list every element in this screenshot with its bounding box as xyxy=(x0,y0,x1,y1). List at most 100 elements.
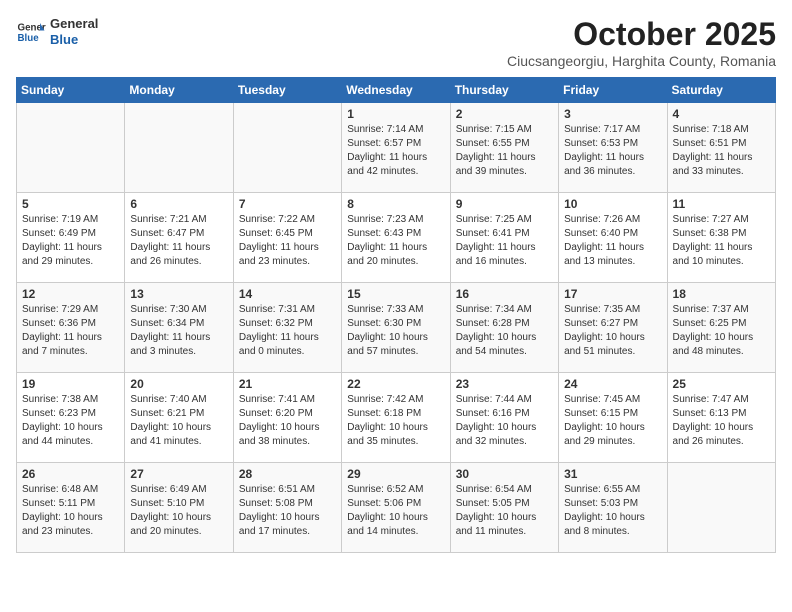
day-info: Sunrise: 7:42 AM Sunset: 6:18 PM Dayligh… xyxy=(347,393,444,449)
day-info: Sunrise: 7:15 AM Sunset: 6:55 PM Dayligh… xyxy=(456,123,553,179)
svg-text:Blue: Blue xyxy=(18,33,40,44)
calendar-cell: 31Sunrise: 6:55 AM Sunset: 5:03 PM Dayli… xyxy=(559,463,667,553)
calendar-cell: 27Sunrise: 6:49 AM Sunset: 5:10 PM Dayli… xyxy=(125,463,233,553)
day-number: 22 xyxy=(347,377,444,391)
page-header: General Blue General Blue October 2025 C… xyxy=(16,16,776,69)
day-number: 5 xyxy=(22,197,119,211)
calendar-cell: 14Sunrise: 7:31 AM Sunset: 6:32 PM Dayli… xyxy=(233,283,341,373)
calendar-cell xyxy=(125,103,233,193)
calendar-cell: 13Sunrise: 7:30 AM Sunset: 6:34 PM Dayli… xyxy=(125,283,233,373)
day-info: Sunrise: 7:40 AM Sunset: 6:21 PM Dayligh… xyxy=(130,393,227,449)
calendar-cell: 2 Sunrise: 7:15 AM Sunset: 6:55 PM Daylig… xyxy=(450,103,558,193)
day-info: Sunrise: 7:27 AM Sunset: 6:38 PM Dayligh… xyxy=(673,213,770,269)
calendar-week-row: 19 Sunrise: 7:38 AM Sunset: 6:23 PM Dayli… xyxy=(17,373,776,463)
weekday-header-saturday: Saturday xyxy=(667,78,775,103)
logo-icon: General Blue xyxy=(16,17,46,47)
calendar-cell: 4 Sunrise: 7:18 AM Sunset: 6:51 PM Daylig… xyxy=(667,103,775,193)
day-number: 26 xyxy=(22,467,119,481)
calendar-cell: 23 Sunrise: 7:44 AM Sunset: 6:16 PM Dayli… xyxy=(450,373,558,463)
calendar-cell: 22 Sunrise: 7:42 AM Sunset: 6:18 PM Dayli… xyxy=(342,373,450,463)
calendar-cell: 21Sunrise: 7:41 AM Sunset: 6:20 PM Dayli… xyxy=(233,373,341,463)
day-info: Sunrise: 7:34 AM Sunset: 6:28 PM Dayligh… xyxy=(456,303,553,359)
day-number: 16 xyxy=(456,287,553,301)
day-info: Sunrise: 7:31 AM Sunset: 6:32 PM Dayligh… xyxy=(239,303,336,359)
day-number: 4 xyxy=(673,107,770,121)
calendar-cell: 29 Sunrise: 6:52 AM Sunset: 5:06 PM Dayli… xyxy=(342,463,450,553)
day-number: 9 xyxy=(456,197,553,211)
calendar-table: SundayMondayTuesdayWednesdayThursdayFrid… xyxy=(16,77,776,553)
day-info: Sunrise: 6:52 AM Sunset: 5:06 PM Dayligh… xyxy=(347,483,444,539)
calendar-cell: 5 Sunrise: 7:19 AM Sunset: 6:49 PM Daylig… xyxy=(17,193,125,283)
calendar-cell: 3 Sunrise: 7:17 AM Sunset: 6:53 PM Daylig… xyxy=(559,103,667,193)
weekday-header-friday: Friday xyxy=(559,78,667,103)
day-info: Sunrise: 7:25 AM Sunset: 6:41 PM Dayligh… xyxy=(456,213,553,269)
calendar-cell: 18Sunrise: 7:37 AM Sunset: 6:25 PM Dayli… xyxy=(667,283,775,373)
day-info: Sunrise: 7:38 AM Sunset: 6:23 PM Dayligh… xyxy=(22,393,119,449)
weekday-header-sunday: Sunday xyxy=(17,78,125,103)
day-info: Sunrise: 7:44 AM Sunset: 6:16 PM Dayligh… xyxy=(456,393,553,449)
calendar-cell: 26 Sunrise: 6:48 AM Sunset: 5:11 PM Dayli… xyxy=(17,463,125,553)
day-info: Sunrise: 7:29 AM Sunset: 6:36 PM Dayligh… xyxy=(22,303,119,359)
day-number: 12 xyxy=(22,287,119,301)
logo: General Blue General Blue xyxy=(16,16,98,47)
day-number: 8 xyxy=(347,197,444,211)
day-number: 1 xyxy=(347,107,444,121)
logo-blue-text: Blue xyxy=(50,32,98,48)
day-info: Sunrise: 7:23 AM Sunset: 6:43 PM Dayligh… xyxy=(347,213,444,269)
title-area: October 2025 Ciucsangeorgiu, Harghita Co… xyxy=(507,16,776,69)
calendar-week-row: 5 Sunrise: 7:19 AM Sunset: 6:49 PM Daylig… xyxy=(17,193,776,283)
day-number: 6 xyxy=(130,197,227,211)
day-info: Sunrise: 7:33 AM Sunset: 6:30 PM Dayligh… xyxy=(347,303,444,359)
day-info: Sunrise: 6:55 AM Sunset: 5:03 PM Dayligh… xyxy=(564,483,661,539)
calendar-cell: 16 Sunrise: 7:34 AM Sunset: 6:28 PM Dayli… xyxy=(450,283,558,373)
calendar-cell xyxy=(17,103,125,193)
calendar-week-row: 12 Sunrise: 7:29 AM Sunset: 6:36 PM Dayli… xyxy=(17,283,776,373)
day-number: 29 xyxy=(347,467,444,481)
day-number: 23 xyxy=(456,377,553,391)
day-number: 7 xyxy=(239,197,336,211)
day-number: 17 xyxy=(564,287,661,301)
calendar-cell: 8 Sunrise: 7:23 AM Sunset: 6:43 PM Daylig… xyxy=(342,193,450,283)
day-number: 3 xyxy=(564,107,661,121)
day-info: Sunrise: 7:19 AM Sunset: 6:49 PM Dayligh… xyxy=(22,213,119,269)
weekday-header-wednesday: Wednesday xyxy=(342,78,450,103)
day-number: 30 xyxy=(456,467,553,481)
calendar-cell xyxy=(667,463,775,553)
calendar-cell: 24 Sunrise: 7:45 AM Sunset: 6:15 PM Dayli… xyxy=(559,373,667,463)
calendar-cell: 10Sunrise: 7:26 AM Sunset: 6:40 PM Dayli… xyxy=(559,193,667,283)
day-info: Sunrise: 7:14 AM Sunset: 6:57 PM Dayligh… xyxy=(347,123,444,179)
day-info: Sunrise: 7:45 AM Sunset: 6:15 PM Dayligh… xyxy=(564,393,661,449)
day-info: Sunrise: 7:17 AM Sunset: 6:53 PM Dayligh… xyxy=(564,123,661,179)
day-info: Sunrise: 7:18 AM Sunset: 6:51 PM Dayligh… xyxy=(673,123,770,179)
day-number: 24 xyxy=(564,377,661,391)
weekday-header-tuesday: Tuesday xyxy=(233,78,341,103)
day-number: 2 xyxy=(456,107,553,121)
calendar-week-row: 1 Sunrise: 7:14 AM Sunset: 6:57 PM Daylig… xyxy=(17,103,776,193)
month-title: October 2025 xyxy=(507,16,776,53)
day-info: Sunrise: 7:30 AM Sunset: 6:34 PM Dayligh… xyxy=(130,303,227,359)
day-info: Sunrise: 7:22 AM Sunset: 6:45 PM Dayligh… xyxy=(239,213,336,269)
day-number: 10 xyxy=(564,197,661,211)
calendar-cell: 9 Sunrise: 7:25 AM Sunset: 6:41 PM Daylig… xyxy=(450,193,558,283)
calendar-week-row: 26 Sunrise: 6:48 AM Sunset: 5:11 PM Dayli… xyxy=(17,463,776,553)
day-info: Sunrise: 7:41 AM Sunset: 6:20 PM Dayligh… xyxy=(239,393,336,449)
calendar-cell: 7 Sunrise: 7:22 AM Sunset: 6:45 PM Daylig… xyxy=(233,193,341,283)
day-number: 11 xyxy=(673,197,770,211)
day-number: 18 xyxy=(673,287,770,301)
day-number: 25 xyxy=(673,377,770,391)
calendar-cell: 11 Sunrise: 7:27 AM Sunset: 6:38 PM Dayli… xyxy=(667,193,775,283)
day-info: Sunrise: 7:35 AM Sunset: 6:27 PM Dayligh… xyxy=(564,303,661,359)
calendar-cell: 25Sunrise: 7:47 AM Sunset: 6:13 PM Dayli… xyxy=(667,373,775,463)
calendar-cell: 1 Sunrise: 7:14 AM Sunset: 6:57 PM Daylig… xyxy=(342,103,450,193)
calendar-cell: 15 Sunrise: 7:33 AM Sunset: 6:30 PM Dayli… xyxy=(342,283,450,373)
day-number: 19 xyxy=(22,377,119,391)
calendar-cell xyxy=(233,103,341,193)
day-info: Sunrise: 6:48 AM Sunset: 5:11 PM Dayligh… xyxy=(22,483,119,539)
day-number: 20 xyxy=(130,377,227,391)
calendar-cell: 20 Sunrise: 7:40 AM Sunset: 6:21 PM Dayli… xyxy=(125,373,233,463)
day-number: 15 xyxy=(347,287,444,301)
day-number: 28 xyxy=(239,467,336,481)
calendar-cell: 12 Sunrise: 7:29 AM Sunset: 6:36 PM Dayli… xyxy=(17,283,125,373)
calendar-cell: 6Sunrise: 7:21 AM Sunset: 6:47 PM Daylig… xyxy=(125,193,233,283)
day-info: Sunrise: 6:49 AM Sunset: 5:10 PM Dayligh… xyxy=(130,483,227,539)
